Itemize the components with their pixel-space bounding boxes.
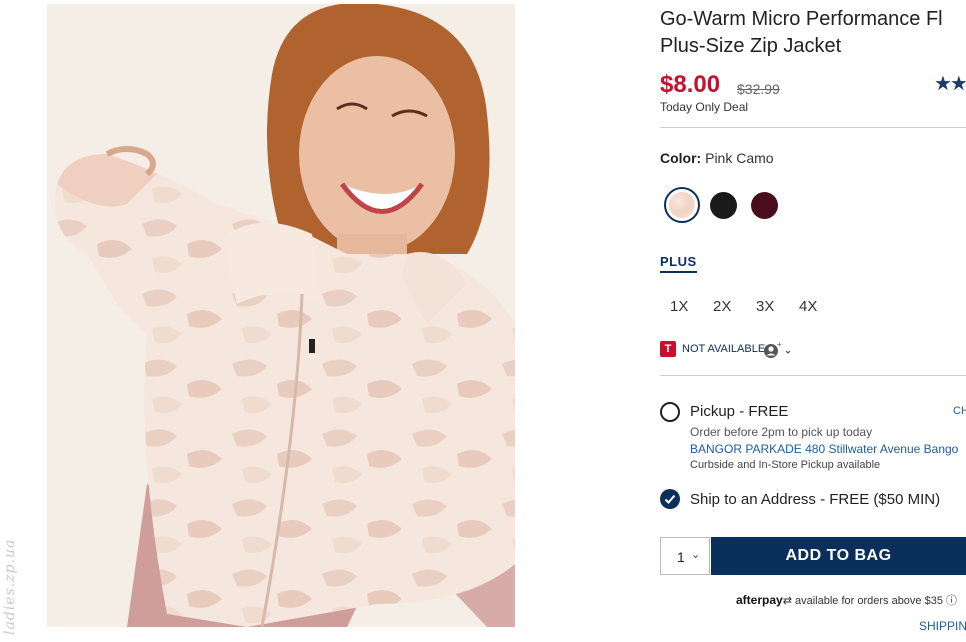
availability-text: NOT AVAILABLE [682,343,766,355]
quantity-select[interactable]: 1 ⌄ [660,537,710,575]
ship-label[interactable]: Ship to an Address - FREE ($50 MIN) [690,491,940,508]
product-title: Go-Warm Micro Performance Fl Plus-Size Z… [660,6,966,60]
store-badge-icon: T [660,341,676,357]
product-image[interactable] [47,4,515,627]
model-photo-illustration [47,4,515,627]
swatch-pink-camo[interactable] [664,187,700,223]
ship-radio[interactable] [660,489,680,509]
size-option-3x[interactable]: 3X [756,298,774,315]
size-option-1x[interactable]: 1X [670,298,688,315]
pickup-label[interactable]: Pickup - FREE [690,403,788,420]
size-option-4x[interactable]: 4X [799,298,817,315]
add-to-bag-button[interactable]: ADD TO BAG [711,537,966,575]
swatch-wine[interactable] [751,192,778,219]
color-label-key: Color: [660,150,702,166]
sale-price: $8.00 [660,71,721,98]
check-icon [664,494,676,504]
product-title-line2: Plus-Size Zip Jacket [660,35,842,57]
shipping-link[interactable]: SHIPPING [919,619,966,633]
watermark: ladies.zp.ua [2,538,18,635]
size-option-2x[interactable]: 2X [713,298,731,315]
swatch-pink-camo-fill [669,192,695,218]
pickup-note: Order before 2pm to pick up today [690,425,873,439]
color-label: Color: Pink Camo [660,150,774,166]
change-store-link[interactable]: CH [953,405,966,417]
tab-plus[interactable]: PLUS [660,254,697,273]
product-title-line1: Go-Warm Micro Performance Fl [660,8,943,30]
info-icon[interactable]: ⓘ [946,595,957,607]
person-icon[interactable]: + [762,340,792,364]
original-price: $32.99 [737,81,780,97]
store-link[interactable]: BANGOR PARKADE 480 Stillwater Avenue Ban… [690,442,958,456]
color-value: Pink Camo [705,150,774,166]
swatch-black[interactable] [710,192,737,219]
afterpay-logo: afterpay [736,593,783,607]
quantity-value: 1 [677,549,685,565]
svg-text:+: + [777,341,782,349]
divider [660,127,966,128]
deal-label: Today Only Deal [660,100,749,114]
afterpay-arrows-icon: ⇄ [782,595,792,607]
pickup-radio[interactable] [660,402,680,422]
chevron-down-icon: ⌄ [691,549,701,561]
divider [660,375,966,376]
rating-stars[interactable]: ★★ [934,71,966,96]
afterpay-text: available for orders above $35 [794,595,943,607]
curbside-note: Curbside and In-Store Pickup available [690,459,881,471]
afterpay-note: afterpay⇄ available for orders above $35… [736,592,957,608]
